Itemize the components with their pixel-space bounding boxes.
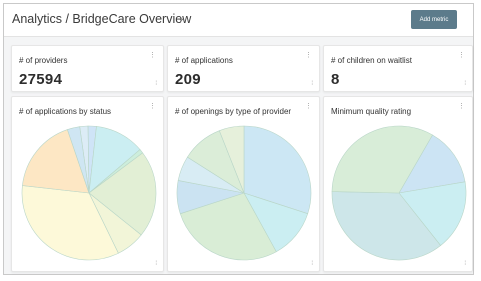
kebab-menu-icon[interactable]: ⋮ [149,52,156,59]
dashboard-frame: Analytics / BridgeCare Overview ⌄ Add me… [3,3,474,275]
pie-chart-openings-by-provider-type [176,125,312,261]
metric-label: # of children on waitlist [331,56,412,65]
kebab-menu-icon[interactable]: ⋮ [458,103,465,110]
resize-handle-icon[interactable]: ⁞ [464,81,466,87]
chevron-down-icon[interactable]: ⌄ [177,13,185,24]
metric-card-applications: # of applications 209 ⋮ ⁞ [167,45,320,92]
chart-card-openings-by-provider-type: # of openings by type of provider ⋮ ⁞ [167,96,320,272]
resize-handle-icon[interactable]: ⁞ [311,81,313,87]
chart-title: # of applications by status [19,107,112,116]
metric-card-providers: # of providers 27594 ⋮ ⁞ [11,45,164,92]
resize-handle-icon[interactable]: ⁞ [155,261,157,267]
chart-card-applications-by-status: # of applications by status ⋮ ⁞ [11,96,164,272]
metric-value: 27594 [19,71,63,88]
metric-value: 209 [175,71,201,88]
metric-label: # of providers [19,56,68,65]
resize-handle-icon[interactable]: ⁞ [155,81,157,87]
page-title: Analytics / BridgeCare Overview [12,12,192,26]
chart-title: Minimum quality rating [331,107,412,116]
resize-handle-icon[interactable]: ⁞ [311,261,313,267]
pie-chart-minimum-quality-rating [331,125,467,261]
resize-handle-icon[interactable]: ⁞ [464,261,466,267]
chart-title: # of openings by type of provider [175,107,292,116]
kebab-menu-icon[interactable]: ⋮ [305,103,312,110]
kebab-menu-icon[interactable]: ⋮ [305,52,312,59]
chart-card-minimum-quality-rating: Minimum quality rating ⋮ ⁞ [323,96,473,272]
pie-chart-applications-by-status [21,125,157,261]
metric-value: 8 [331,71,340,88]
kebab-menu-icon[interactable]: ⋮ [149,103,156,110]
metric-label: # of applications [175,56,233,65]
add-metric-button[interactable]: Add metric [411,10,457,29]
dashboard-header: Analytics / BridgeCare Overview ⌄ Add me… [4,4,473,37]
kebab-menu-icon[interactable]: ⋮ [458,52,465,59]
metric-card-waitlist: # of children on waitlist 8 ⋮ ⁞ [323,45,473,92]
